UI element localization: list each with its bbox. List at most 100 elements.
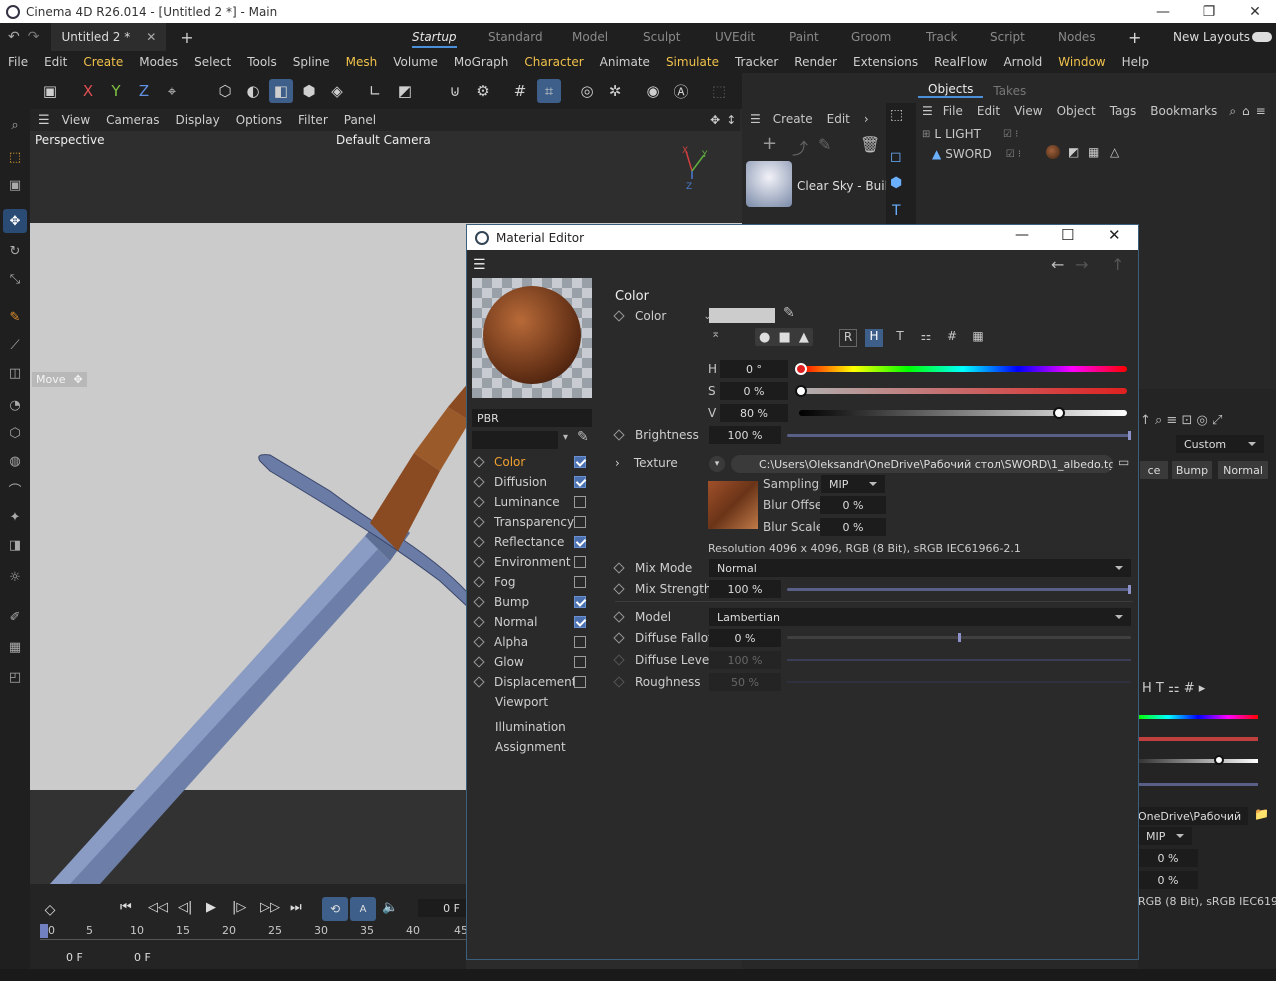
previous-frame-icon[interactable]: ◁| [178,900,192,915]
keyframe-diamond-icon[interactable] [613,583,625,595]
menu-file[interactable]: File [8,55,28,69]
material-name-field[interactable]: PBR [472,409,592,427]
tab-takes[interactable]: Takes [983,84,1036,98]
me-hamburger-icon[interactable]: ☰ [473,257,486,273]
channel-checkbox[interactable] [574,636,586,648]
texture-path-field[interactable]: C:\Users\Oleksandr\OneDrive\Рабочий стол… [731,455,1113,473]
menu-realflow[interactable]: RealFlow [934,55,987,69]
material-editor-titlebar[interactable]: Material Editor — ☐ ✕ [467,225,1138,250]
hsv-mode-button[interactable]: H [865,329,883,347]
layout-tab-track[interactable]: Track [926,30,957,44]
solo-mode-icon[interactable]: ◩ [393,79,417,103]
keyframe-diamond-icon[interactable] [473,516,485,528]
layout-tab-script[interactable]: Script [990,30,1025,44]
warning-tag-icon[interactable]: △ [1110,145,1119,159]
phong-tag-icon[interactable]: ▦ [1088,145,1099,159]
polygons-mode-icon[interactable]: ◈ [325,79,349,103]
channel-reflectance[interactable]: Reflectance [473,532,586,552]
saturation-slider-knob[interactable] [795,385,807,397]
channel-label[interactable]: Transparency [494,515,574,529]
hex-mode-button[interactable]: # [943,329,961,347]
keyframe-diamond-icon[interactable] [473,536,485,548]
object-text-icon[interactable]: T [892,203,901,219]
object-box-icon[interactable]: ⬢ [890,175,902,191]
object-name[interactable]: SWORD [945,147,992,161]
sculpt-tool-icon[interactable]: ▦ [3,635,27,659]
material-hamburger-icon[interactable]: ☰ [750,112,761,126]
view-icon[interactable]: ◉ [641,79,665,103]
rgb-mode-button[interactable]: R [839,329,857,347]
knife-tool-icon[interactable]: ⟋ [3,333,27,357]
object-name[interactable]: LIGHT [945,127,981,141]
channel-fog[interactable]: Fog [473,572,586,592]
text-tool-icon[interactable]: Ⓐ [669,79,693,103]
color-mode-buttons-behind[interactable]: H T ⚏ # ▸ [1142,681,1205,696]
effector-tool-icon[interactable]: ✦ [3,505,27,529]
menu-spline[interactable]: Spline [293,55,330,69]
channel-checkbox[interactable] [574,496,586,508]
menu-modes[interactable]: Modes [139,55,178,69]
play-icon[interactable]: ▶ [206,900,216,915]
slider-knob[interactable] [1128,585,1131,594]
magnet-icon[interactable]: ⊍ [443,79,467,103]
blur-scale-field-behind[interactable]: 0 % [1138,871,1198,889]
layout-tab-nodes[interactable]: Nodes [1058,30,1096,44]
hue-slider[interactable] [799,366,1127,372]
viewport-menu-cameras[interactable]: Cameras [106,113,159,127]
menu-edit[interactable]: Edit [44,55,67,69]
keyframe-icon[interactable]: ◇ [40,900,60,920]
keyframe-diamond-icon[interactable] [473,616,485,628]
object-cube-icon[interactable]: ◻ [890,149,902,165]
edges-mode-icon[interactable]: ⬢ [297,79,321,103]
next-keyframe-icon[interactable]: ▷▷ [260,900,280,915]
save-icon[interactable]: ▣ [38,79,62,103]
new-layouts-label[interactable]: New Layouts [1173,30,1250,44]
move-view-icon[interactable]: ↕ [726,113,736,127]
scale-tool-icon[interactable]: ⤡ [3,267,27,291]
menu-mesh[interactable]: Mesh [346,55,378,69]
spline-tool-icon[interactable]: ◔ [3,393,27,417]
layout-tab-standard[interactable]: Standard [488,30,543,44]
brush-tool-icon[interactable]: ✎ [3,305,27,329]
me-maximize-button[interactable]: ☐ [1061,226,1074,244]
keyframe-diamond-icon[interactable] [613,632,625,644]
selection-icon[interactable]: ▣ [3,173,27,197]
channel-checkbox[interactable] [574,476,586,488]
me-close-button[interactable]: ✕ [1108,226,1121,244]
mix-mode-dropdown[interactable]: Normal [709,559,1131,577]
channel-label[interactable]: Alpha [494,635,528,649]
material-preview[interactable] [472,278,592,398]
material-menu-create[interactable]: Create [773,112,813,126]
diffuse-falloff-slider[interactable] [787,633,1131,642]
timeline-ruler[interactable]: 0 5 10 15 20 25 30 35 40 45 [40,922,468,940]
previous-keyframe-icon[interactable]: ◁◁ [148,900,168,915]
snap-settings-icon[interactable]: ⚙ [471,79,495,103]
snap-grid-icon[interactable]: ⌗ [537,79,561,103]
expand-arrow-icon[interactable]: › [615,456,620,470]
eyedropper-icon[interactable]: ✎ [783,305,795,321]
menu-extensions[interactable]: Extensions [853,55,918,69]
layout-tab-uvedit[interactable]: UVEdit [715,30,755,44]
delete-material-icon[interactable]: 🗑 [860,135,880,154]
layout-tab-sculpt[interactable]: Sculpt [643,30,680,44]
value-slider[interactable] [799,410,1127,416]
expand-icon[interactable]: ⊞ [922,129,930,140]
brightness-field[interactable]: 100 % [709,426,781,444]
menu-create[interactable]: Create [83,55,123,69]
document-tab[interactable]: Untitled 2 * ✕ [51,23,167,51]
keyframe-diamond-icon[interactable] [473,596,485,608]
channel-bump[interactable]: Bump [473,592,586,612]
menu-render[interactable]: Render [794,55,837,69]
attribute-tab-bump[interactable]: Bump [1172,461,1212,479]
objects-menu-edit[interactable]: Edit [977,104,1000,118]
menu-volume[interactable]: Volume [393,55,438,69]
color-swatch[interactable] [709,308,775,323]
channel-illumination[interactable]: Illumination [495,717,605,737]
keyframe-diamond-icon[interactable] [473,656,485,668]
objects-menu-file[interactable]: File [943,104,963,118]
objects-search-icon[interactable]: ⌕ [1229,104,1236,119]
objects-home-icon[interactable]: ⌂ [1242,104,1250,118]
channel-displacement[interactable]: Displacement [473,672,586,692]
attribute-tab-button[interactable]: ce [1140,461,1168,479]
objects-menu-view[interactable]: View [1014,104,1042,118]
